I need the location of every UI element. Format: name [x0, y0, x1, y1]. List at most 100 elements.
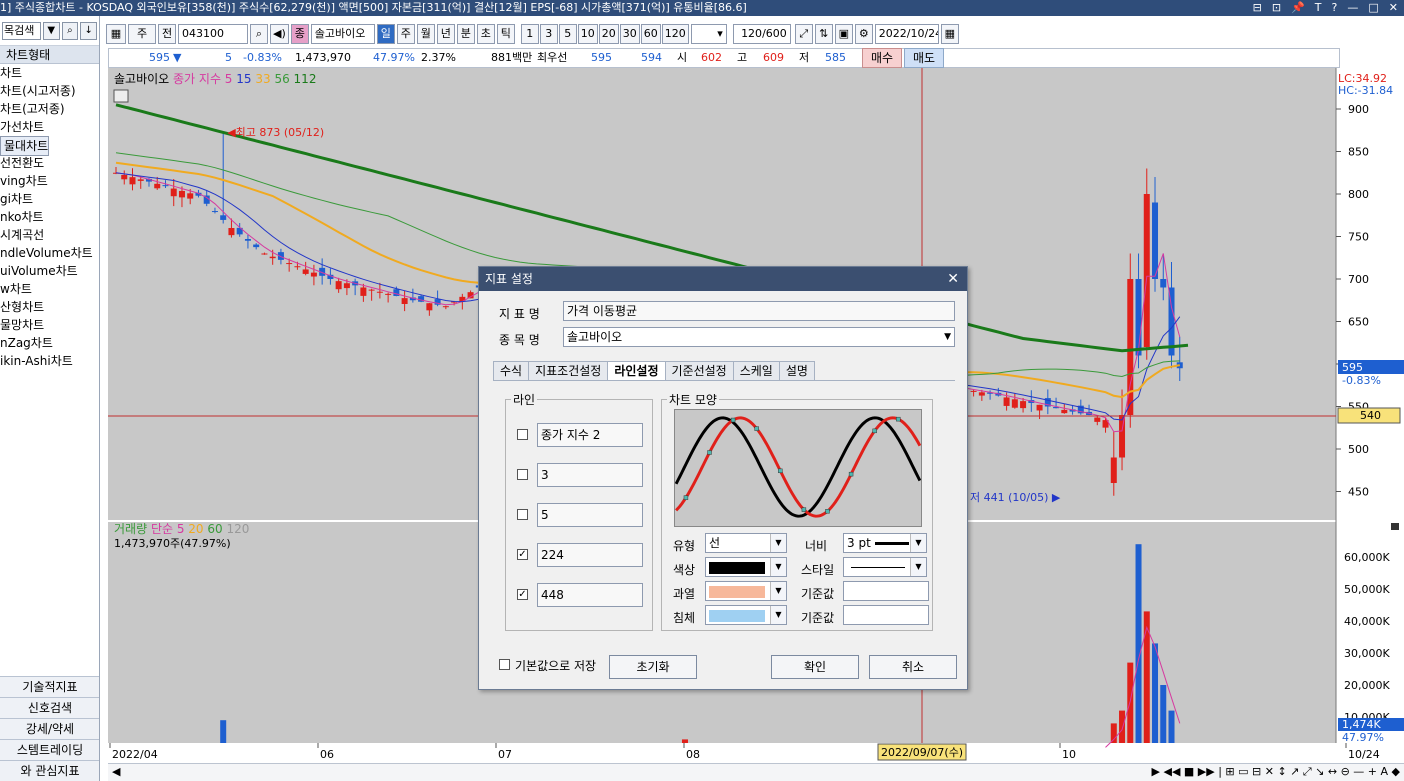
period-tab[interactable]: 초 [476, 24, 495, 44]
save-default-checkbox[interactable] [499, 659, 510, 670]
width-select[interactable]: 3 pt ▼ [843, 533, 927, 553]
bottom-tool-icons[interactable]: ▶ ◀◀ ■ ▶▶ | ⊞ ▭ ⊟ ✕ ↕ ↗ ⤢ ↘ ↔ ⊖ — + A ◆ [1152, 764, 1400, 780]
left-bottom-tab[interactable]: 스템트레이딩 [0, 739, 99, 760]
stock-search-input[interactable]: 목검색 [2, 21, 41, 40]
pane-close-icon[interactable] [1391, 523, 1399, 530]
minute-tab[interactable]: 1 [520, 24, 539, 44]
overheat-color-select[interactable]: ▼ [705, 581, 787, 601]
left-bottom-tab[interactable]: 기술적지표 [0, 676, 99, 697]
save-icon[interactable]: ▣ [834, 24, 853, 44]
chart-type-item[interactable]: 차트(시고저종) [0, 82, 99, 100]
chevron-down-icon[interactable]: ▼ [910, 558, 926, 576]
speaker-icon[interactable]: ◀) [270, 24, 289, 44]
calculator-icon[interactable] [113, 89, 129, 103]
download-icon[interactable]: ↓ [80, 21, 98, 40]
stock-code-input[interactable]: 043100 [178, 24, 248, 44]
chevron-down-icon[interactable]: ▼ [770, 558, 786, 576]
scroll-left-icon[interactable]: ◀ [108, 765, 120, 778]
window-control-4[interactable]: ? [1332, 0, 1338, 16]
chart-type-item[interactable]: 시계곡선 [0, 226, 99, 244]
code-search-icon[interactable]: ⌕ [250, 24, 268, 44]
style-select[interactable]: ▼ [843, 557, 927, 577]
chart-type-item[interactable]: 물망차트 [0, 316, 99, 334]
count-input[interactable]: 120/600 [732, 24, 791, 44]
chevron-down-icon[interactable]: ▼ [770, 534, 786, 552]
line-checkbox[interactable]: ✓ [517, 589, 528, 600]
dialog-tab[interactable]: 수식 [493, 361, 530, 381]
zoom-icon[interactable]: ⤢ [794, 24, 813, 44]
chevron-down-icon[interactable]: ▼ [944, 328, 951, 346]
search-icon[interactable]: ⌕ [61, 21, 79, 40]
line-label-field[interactable]: 5 [537, 503, 643, 527]
period-tab[interactable]: 주 [396, 24, 415, 44]
period-tab[interactable]: 년 [436, 24, 455, 44]
chart-type-item[interactable]: nZag차트 [0, 334, 99, 352]
chart-type-item[interactable]: ndleVolume차트 [0, 244, 99, 262]
dialog-tab[interactable]: 지표조건설정 [528, 361, 609, 381]
window-control-7[interactable]: ✕ [1389, 0, 1398, 16]
line-checkbox[interactable] [517, 469, 528, 480]
main-button[interactable]: 주 [128, 24, 156, 44]
window-controls[interactable]: ⊟ ⊡ 📌 T? — □ ✕ [1253, 0, 1398, 16]
search-dropdown-icon[interactable]: ▼ [42, 21, 60, 40]
line-label-field[interactable]: 3 [537, 463, 643, 487]
minute-tab[interactable]: 60 [640, 24, 661, 44]
period-tab[interactable]: 월 [416, 24, 435, 44]
chevron-down-icon[interactable]: ▼ [910, 534, 926, 552]
chart-type-item[interactable]: 차트 [0, 64, 99, 82]
sink-color-select[interactable]: ▼ [705, 605, 787, 625]
chevron-down-icon[interactable]: ▼ [770, 606, 786, 624]
reset-button[interactable]: 초기화 [609, 655, 697, 679]
chart-scrollbar[interactable]: ◀ [108, 763, 838, 781]
chart-type-item[interactable]: uiVolume차트 [0, 262, 99, 280]
chart-type-item[interactable]: ving차트 [0, 172, 99, 190]
date-input[interactable]: 2022/10/24 [874, 24, 939, 44]
line-label-field[interactable]: 224 [537, 543, 643, 567]
calendar-icon[interactable]: ▦ [940, 24, 959, 44]
minute-tab[interactable]: 3 [539, 24, 558, 44]
close-icon[interactable]: ✕ [947, 267, 959, 291]
ok-button[interactable]: 확인 [771, 655, 859, 679]
chart-type-item[interactable]: ikin-Ashi차트 [0, 352, 99, 370]
line-label-field[interactable]: 종가 지수 2 [537, 423, 643, 447]
chart-type-item[interactable]: 차트(고저종) [0, 100, 99, 118]
window-control-0[interactable]: ⊟ [1253, 0, 1262, 16]
arrows-icon[interactable]: ⇅ [814, 24, 833, 44]
minute-select[interactable]: ▾ [690, 24, 727, 44]
chart-type-item[interactable]: w차트 [0, 280, 99, 298]
chart-type-item[interactable]: 선전환도 [0, 154, 99, 172]
cancel-button[interactable]: 취소 [869, 655, 957, 679]
minute-tab[interactable]: 120 [661, 24, 689, 44]
dialog-tab[interactable]: 스케일 [732, 361, 780, 381]
prev-button[interactable]: 전 [158, 24, 176, 44]
window-control-5[interactable]: — [1347, 0, 1358, 16]
left-bottom-tab[interactable]: 와 관심지표 [0, 760, 99, 781]
base-value-input-2[interactable] [843, 605, 929, 625]
dialog-tab[interactable]: 기준선설정 [664, 361, 734, 381]
left-bottom-tab[interactable]: 신호검색 [0, 697, 99, 718]
sell-button[interactable]: 매도 [904, 48, 944, 68]
line-checkbox[interactable]: ✓ [517, 549, 528, 560]
period-tab[interactable]: 일 [376, 24, 395, 44]
color-select[interactable]: ▼ [705, 557, 787, 577]
dialog-tab[interactable]: 설명 [778, 361, 815, 381]
minute-tab[interactable]: 30 [619, 24, 640, 44]
chart-type-item[interactable]: gi차트 [0, 190, 99, 208]
chevron-down-icon[interactable]: ▼ [770, 582, 786, 600]
left-bottom-tab[interactable]: 강세/약세 [0, 718, 99, 739]
gear-icon[interactable]: ⚙ [854, 24, 873, 44]
window-control-3[interactable]: T [1315, 0, 1322, 16]
window-control-6[interactable]: □ [1368, 0, 1378, 16]
window-control-1[interactable]: ⊡ [1272, 0, 1281, 16]
chart-type-item[interactable]: nko차트 [0, 208, 99, 226]
period-tab[interactable]: 분 [456, 24, 475, 44]
grid-icon[interactable]: ▦ [106, 24, 126, 44]
chart-type-item[interactable]: 가선차트 [0, 118, 99, 136]
minute-tab[interactable]: 20 [598, 24, 619, 44]
buy-button[interactable]: 매수 [862, 48, 902, 68]
window-control-2[interactable]: 📌 [1291, 0, 1305, 16]
period-tab[interactable]: 틱 [496, 24, 515, 44]
line-checkbox[interactable] [517, 509, 528, 520]
line-checkbox[interactable] [517, 429, 528, 440]
chart-type-item[interactable]: 물대차트 [0, 136, 50, 156]
